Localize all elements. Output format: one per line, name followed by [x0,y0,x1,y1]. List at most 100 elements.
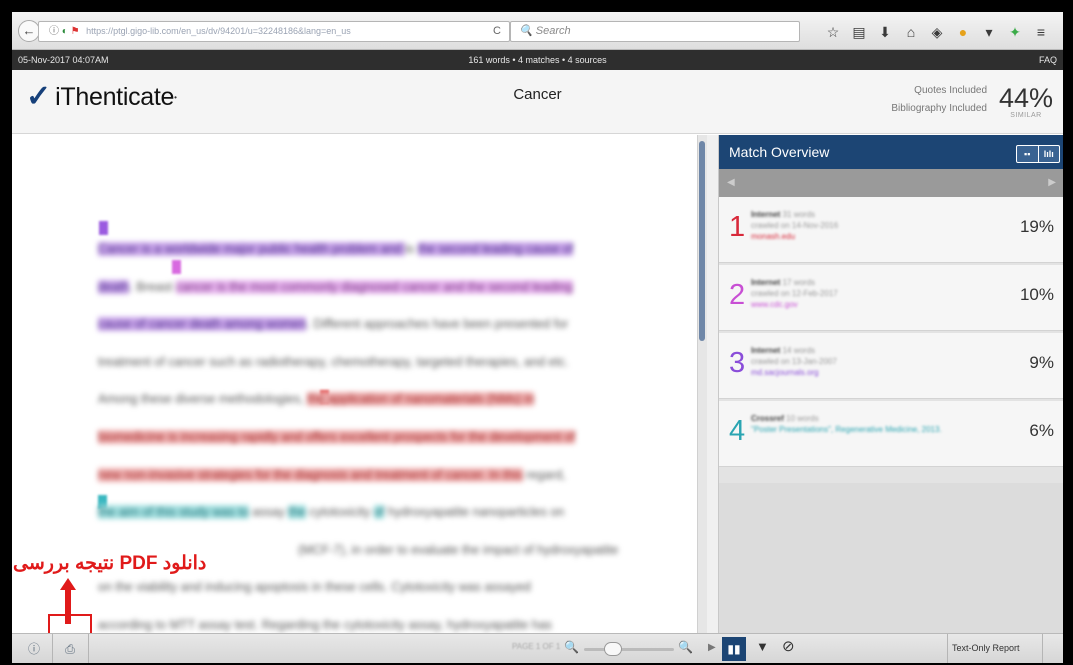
document-line: according to MTT assay test. Regarding t… [98,607,618,633]
quotes-included-label[interactable]: Quotes Included [891,82,987,100]
match-number: 1 [729,211,746,243]
match-word-count: 14 words [782,346,816,355]
zoom-out-icon[interactable]: 🔍 [564,640,579,654]
zoom-slider[interactable] [584,648,674,651]
match-source-type: Internet [751,210,781,219]
document-scrollbar[interactable] [697,135,707,633]
list-view-icon[interactable]: ▪▪ [1017,146,1039,162]
document-text-segment: assay [248,505,289,520]
match-highlight-purple[interactable]: the second leading cause of [417,242,574,256]
panel-empty-area [719,483,1063,633]
document-text-segment: (MCF-7), in order to evaluate the impact… [298,542,619,557]
report-info-strip: 05-Nov-2017 04:07AM 161 words • 4 matche… [12,50,1063,70]
match-highlight-teal[interactable]: of [373,505,385,520]
exclude-icon[interactable]: ⊘ [782,637,795,655]
expand-panel-icon[interactable]: ▶ [708,642,716,653]
reading-list-icon[interactable]: ▤ [852,23,866,41]
match-number: 3 [729,347,746,379]
toolbar-divider [52,634,53,663]
sources-nav: ◀ ▶ [719,169,1063,197]
match-row[interactable]: 4 Crossref 10 words "Poster Presentations"… [719,401,1063,467]
match-highlight-purple[interactable]: major public health problem and [223,242,406,256]
extension-icon[interactable]: ● [956,23,970,41]
info-icon[interactable]: ⓘ [24,639,44,659]
hamburger-menu-icon[interactable]: ≡ [1034,23,1048,41]
document-text-segment: regard, [522,467,566,482]
match-highlight-teal[interactable]: the [288,505,306,520]
toolbar-divider [1042,634,1043,663]
prev-source-icon[interactable]: ◀ [727,177,735,188]
report-summary: 161 words • 4 matches • 4 sources [468,55,607,65]
document-line: cause of cancer death among women. Diffe… [98,306,618,344]
report-header: ✓ iThenticate • Cancer Quotes Included Bi… [12,70,1063,134]
panel-gutter [707,135,718,633]
bookmark-star-icon[interactable]: ☆ [826,23,840,41]
next-source-icon[interactable]: ▶ [1048,177,1056,188]
match-source-link[interactable]: md.sacjournals.org [751,367,837,378]
download-icon[interactable]: ⬇ [878,23,892,41]
reload-icon[interactable]: C [493,22,501,41]
match-source-type: Internet [751,346,781,355]
text-only-report-link[interactable]: Text-Only Report [952,643,1020,653]
document-text-segment: hydroxyapatite nanoparticles on [384,505,565,520]
toolbar-divider [947,634,948,663]
url-bar[interactable]: ⓘ ◐ ⚑ https://ptgl.gigo-lib.com/en_us/dv… [38,21,510,42]
match-highlight-purple[interactable]: death [98,279,130,294]
scrollbar-thumb[interactable] [699,141,705,341]
match-source-info: Crossref 10 words "Poster Presentations",… [751,413,942,435]
faq-link[interactable]: FAQ [1039,50,1057,70]
similarity-value: 44% [998,83,1053,113]
match-word-count: 31 words [782,210,816,219]
match-percentage: 9% [1029,353,1054,372]
match-percentage: 6% [1029,421,1054,440]
match-highlight-purple[interactable]: Cancer is a worldwide [98,242,224,256]
match-overview-panel: Match Overview ▪▪ lılı ◀ ▶ 1 Internet 31 … [718,135,1063,633]
match-row[interactable]: 3 Internet 14 words crawled on 13-Jan-2007… [719,333,1063,399]
menu-dropdown-icon[interactable]: ▾ [982,23,996,41]
document-line: Cancer is a worldwide major public healt… [98,231,618,269]
document-text-segment: Among these diverse methodologies, [98,392,308,407]
browser-toolbar: ← ⓘ ◐ ⚑ https://ptgl.gigo-lib.com/en_us/… [12,12,1063,50]
document-text-segment: treatment of cancer such as radiotherapy… [98,354,569,369]
back-icon[interactable]: ← [18,20,40,42]
match-source-type: Internet [751,278,781,287]
match-highlight-red[interactable]: new non-invasive strategies for the diag… [98,467,523,482]
match-overview-view-icon[interactable]: ▮▮ [722,637,746,661]
match-date: crawled on 14-Nov-2016 [751,221,839,230]
browser-toolbar-icons: ☆ ▤ ⬇ ⌂ ◈ ● ▾ ✦ ≡ [826,22,1048,42]
filter-icon[interactable]: ▼ [756,639,769,654]
view-toggle[interactable]: ▪▪ lılı [1016,145,1060,163]
search-placeholder: Search [535,25,571,37]
zoom-slider-handle[interactable] [604,642,622,656]
bar-view-icon[interactable]: lılı [1039,146,1060,162]
match-highlight-red[interactable]: the application of nanomaterials (NMs) i… [307,392,535,407]
match-date: crawled on 12-Feb-2017 [751,289,838,298]
home-icon[interactable]: ⌂ [904,23,918,41]
search-input[interactable]: 🔍 Search [510,21,800,42]
match-row[interactable]: 2 Internet 17 words crawled on 12-Feb-2017… [719,265,1063,331]
match-highlight-teal[interactable]: the aim of this study was to [98,505,249,520]
document-line: the aim of this study was to assay the c… [98,494,618,532]
pocket-icon[interactable]: ◈ [930,23,944,41]
match-date: "Poster Presentations", Regenerative Med… [751,425,942,434]
site-identity-icon[interactable]: ⓘ ◐ ⚑ [49,26,80,37]
match-highlight-purple[interactable]: cause of cancer death among women [98,317,307,332]
match-highlight-red[interactable]: biomedicine is increasing rapidly and of… [98,429,576,444]
match-number: 2 [729,279,746,311]
print-download-icon[interactable]: ⎙ [60,639,80,659]
match-source-link[interactable]: www.cdc.gov [751,299,838,310]
match-number: 4 [729,415,746,447]
similarity-score: 44% SIMILAR [999,84,1053,119]
match-source-type: Crossref [751,414,784,423]
match-row[interactable]: 1 Internet 31 words crawled on 14-Nov-2016… [719,197,1063,263]
document-line: new non-invasive strategies for the diag… [98,457,618,495]
document-line: death. Breast cancer is the most commonl… [98,269,618,307]
tools-icon[interactable]: ✦ [1008,23,1022,41]
zoom-in-icon[interactable]: 🔍 [678,640,693,654]
document-text-segment: is [405,242,418,256]
document-text-segment: . Different approaches have been present… [306,317,569,332]
match-source-link[interactable]: monash.edu [751,231,838,242]
bibliography-included-label[interactable]: Bibliography Included [891,100,987,118]
match-highlight-pink[interactable]: cancer is the most commonly diagnosed ca… [175,279,573,294]
match-word-count: 10 words [786,414,819,423]
